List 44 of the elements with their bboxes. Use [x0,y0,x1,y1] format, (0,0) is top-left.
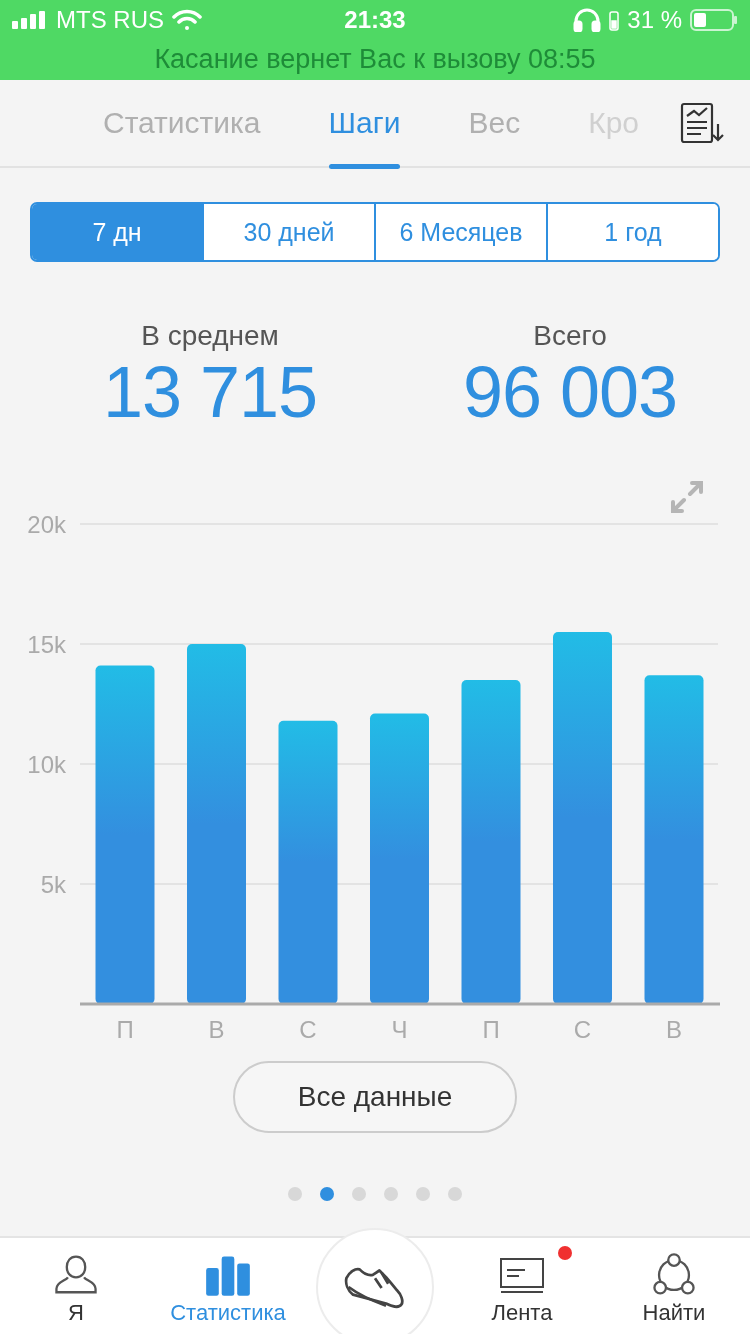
axis-label: 10k [27,751,66,778]
axis-label: С [573,1016,592,1043]
page-dot[interactable] [448,1187,462,1201]
nav-tab[interactable]: Лента [446,1238,598,1334]
nav-tab[interactable]: Статистика [152,1238,304,1334]
nav-tab[interactable]: Найти [598,1238,750,1334]
period-tab[interactable]: 1 год [546,204,718,260]
axis-label: Ч [391,1016,408,1043]
battery-icon [690,8,738,32]
tab[interactable]: Вес [468,80,521,166]
period-tab[interactable]: 30 дней [202,204,374,260]
tab[interactable]: Статистика [103,80,261,166]
summary-value: 13 715 [102,352,318,432]
axis-label: 15k [27,631,66,658]
nav-tab[interactable]: Я [0,1238,152,1334]
summary-label: Всего [533,320,607,352]
expand-icon[interactable] [670,480,704,514]
call-banner[interactable]: Касание вернет Вас к вызову 08:55 [0,40,750,78]
page-dot[interactable] [416,1187,430,1201]
battery-small-icon [609,9,620,31]
carrier-name: MTS RUS [56,6,164,34]
axis-label: В [666,1016,682,1043]
page-dot[interactable] [384,1187,398,1201]
wifi-icon [172,9,202,31]
report-download-icon[interactable] [680,102,724,144]
signal-icon [12,11,48,29]
battery-percent: 31 % [627,6,682,34]
axis-label: 5k [40,871,66,898]
all-data-button[interactable]: Все данные [233,1061,517,1133]
period-tab[interactable]: 6 Месяцев [374,204,546,260]
axis-label: П [116,1016,134,1043]
clock: 21:33 [344,6,406,34]
page-dot[interactable] [288,1187,302,1201]
axis-label: 20k [27,511,66,538]
tab[interactable]: Шаги [328,80,401,166]
axis-label: В [208,1016,225,1043]
page-dot[interactable] [320,1187,334,1201]
axis-label: П [482,1016,500,1043]
axis-label: С [299,1016,317,1043]
summary-value: 96 003 [462,352,678,432]
summary-label: В среднем [141,320,279,352]
page-dot[interactable] [352,1187,366,1201]
headphones-icon [573,8,602,32]
period-tab[interactable]: 7 дн [32,204,202,260]
